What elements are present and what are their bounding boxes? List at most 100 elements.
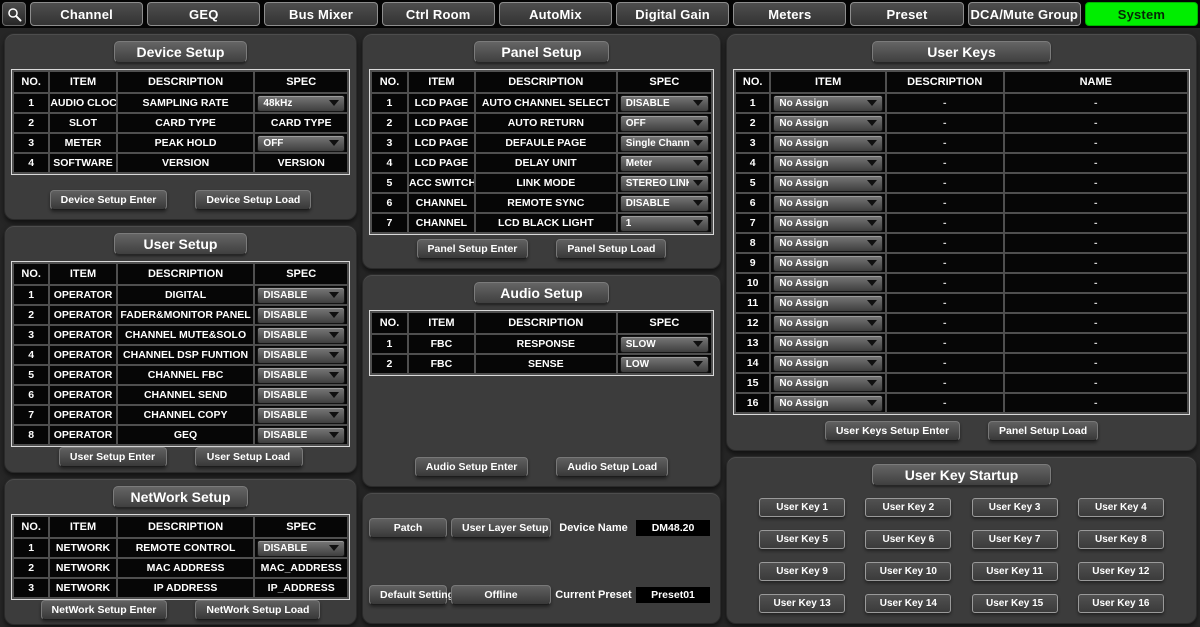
user-keys-dropdown[interactable]: No Assign [773, 95, 882, 112]
user-keys-dropdown[interactable]: No Assign [773, 315, 882, 332]
user-setup-dropdown[interactable]: DISABLE [257, 367, 345, 384]
user-key-2-button[interactable]: User Key 2 [865, 498, 951, 517]
chevron-down-icon [329, 100, 339, 106]
user-setup-enter-button[interactable]: User Setup Enter [59, 447, 167, 467]
user-setup-load-button[interactable]: User Setup Load [195, 447, 303, 467]
user-key-14-button[interactable]: User Key 14 [865, 594, 951, 613]
tab-preset[interactable]: Preset [850, 2, 963, 26]
device-setup-dropdown[interactable]: OFF [257, 135, 345, 152]
panel-setup-dropdown[interactable]: 1 [620, 215, 709, 232]
user-keys-dropdown[interactable]: No Assign [773, 115, 882, 132]
user-key-1-button[interactable]: User Key 1 [759, 498, 845, 517]
user-setup-dropdown[interactable]: DISABLE [257, 387, 345, 404]
user-setup-dropdown[interactable]: DISABLE [257, 427, 345, 444]
user-key-13-button[interactable]: User Key 13 [759, 594, 845, 613]
cell-no: 12 [736, 314, 769, 332]
panel-setup-enter-button[interactable]: Panel Setup Enter [417, 239, 529, 259]
dropdown-selected-value: No Assign [779, 238, 828, 249]
user-keys-dropdown[interactable]: No Assign [773, 215, 882, 232]
network-setup-dropdown[interactable]: DISABLE [257, 540, 345, 557]
user-key-15-button[interactable]: User Key 15 [972, 594, 1058, 613]
user-setup-dropdown[interactable]: DISABLE [257, 327, 345, 344]
audio-setup-dropdown[interactable]: SLOW [620, 336, 709, 353]
user-keys-dropdown[interactable]: No Assign [773, 355, 882, 372]
table-row: 4SOFTWAREVERSIONVERSION [14, 154, 347, 172]
user-key-3-button[interactable]: User Key 3 [972, 498, 1058, 517]
audio-setup-load-button[interactable]: Audio Setup Load [556, 457, 668, 477]
panel-setup-load-button[interactable]: Panel Setup Load [556, 239, 666, 259]
user-setup-dropdown[interactable]: DISABLE [257, 347, 345, 364]
chevron-down-icon [329, 140, 339, 146]
audio-setup-enter-button[interactable]: Audio Setup Enter [415, 457, 529, 477]
panel-setup-dropdown[interactable]: STEREO LINK [620, 175, 709, 192]
panel-setup-dropdown[interactable]: OFF [620, 115, 709, 132]
user-setup-dropdown[interactable]: DISABLE [257, 407, 345, 424]
user-layer-setup-button[interactable]: User Layer Setup [451, 518, 551, 538]
user-keys-dropdown[interactable]: No Assign [773, 135, 882, 152]
user-key-11-button[interactable]: User Key 11 [972, 562, 1058, 581]
tab-geq[interactable]: GEQ [147, 2, 260, 26]
user-key-6-button[interactable]: User Key 6 [865, 530, 951, 549]
network-setup-load-button[interactable]: NetWork Setup Load [195, 600, 320, 620]
dropdown-selected-value: No Assign [779, 378, 828, 389]
user-key-12-button[interactable]: User Key 12 [1078, 562, 1164, 581]
chevron-down-icon [867, 120, 877, 126]
user-keys-setup-enter-button[interactable]: User Keys Setup Enter [825, 421, 960, 441]
cell-description: CHANNEL MUTE&SOLO [118, 326, 254, 344]
panel-setup-dropdown[interactable]: Single Channel [620, 135, 709, 152]
panel-setup-load-button[interactable]: Panel Setup Load [988, 421, 1098, 441]
user-setup-dropdown[interactable]: DISABLE [257, 307, 345, 324]
tab-meters[interactable]: Meters [733, 2, 846, 26]
user-key-4-button[interactable]: User Key 4 [1078, 498, 1164, 517]
dropdown-selected-value: DISABLE [263, 370, 307, 381]
user-keys-dropdown[interactable]: No Assign [773, 175, 882, 192]
patch-button[interactable]: Patch [369, 518, 447, 538]
offline-button[interactable]: Offline [451, 585, 551, 605]
user-keys-dropdown[interactable]: No Assign [773, 235, 882, 252]
user-key-16-button[interactable]: User Key 16 [1078, 594, 1164, 613]
user-key-5-button[interactable]: User Key 5 [759, 530, 845, 549]
user-keys-dropdown[interactable]: No Assign [773, 255, 882, 272]
tab-dca-mute-group[interactable]: DCA/Mute Group [968, 2, 1081, 26]
audio-setup-dropdown[interactable]: LOW [620, 356, 709, 373]
tab-bus-mixer[interactable]: Bus Mixer [264, 2, 377, 26]
tab-system[interactable]: System [1085, 2, 1198, 26]
chevron-down-icon [867, 200, 877, 206]
cell-item: OPERATOR [50, 426, 115, 444]
user-key-8-button[interactable]: User Key 8 [1078, 530, 1164, 549]
dropdown-selected-value: DISABLE [626, 198, 670, 209]
default-setting-button[interactable]: Default Setting [369, 585, 447, 605]
tab-digital-gain[interactable]: Digital Gain [616, 2, 729, 26]
user-keys-dropdown[interactable]: No Assign [773, 275, 882, 292]
tab-channel[interactable]: Channel [30, 2, 143, 26]
user-key-10-button[interactable]: User Key 10 [865, 562, 951, 581]
panel-setup-dropdown[interactable]: Meter [620, 155, 709, 172]
cell-item: CHANNEL [409, 194, 474, 212]
user-keys-dropdown[interactable]: No Assign [773, 375, 882, 392]
network-setup-enter-button[interactable]: NetWork Setup Enter [41, 600, 168, 620]
column-header-no: NO. [14, 517, 48, 537]
audio-setup-title: Audio Setup [474, 282, 610, 304]
device-setup-enter-button[interactable]: Device Setup Enter [50, 190, 168, 210]
cell-item: LCD PAGE [409, 154, 474, 172]
user-key-7-button[interactable]: User Key 7 [972, 530, 1058, 549]
device-setup-load-button[interactable]: Device Setup Load [195, 190, 311, 210]
user-keys-dropdown[interactable]: No Assign [773, 295, 882, 312]
column-header-spec: SPEC [255, 517, 347, 537]
user-key-9-button[interactable]: User Key 9 [759, 562, 845, 581]
user-keys-dropdown[interactable]: No Assign [773, 395, 882, 412]
user-keys-dropdown[interactable]: No Assign [773, 335, 882, 352]
user-keys-dropdown[interactable]: No Assign [773, 155, 882, 172]
panel-setup-dropdown[interactable]: DISABLE [620, 195, 709, 212]
cell-no: 1 [14, 539, 48, 557]
user-keys-dropdown[interactable]: No Assign [773, 195, 882, 212]
search-button[interactable] [2, 2, 26, 26]
panel-setup-dropdown[interactable]: DISABLE [620, 95, 709, 112]
user-setup-dropdown[interactable]: DISABLE [257, 287, 345, 304]
device-setup-dropdown[interactable]: 48kHz [257, 95, 345, 112]
tab-ctrl-room[interactable]: Ctrl Room [382, 2, 495, 26]
tab-automix[interactable]: AutoMix [499, 2, 612, 26]
table-row: 5No Assign-- [736, 174, 1187, 192]
cell-description: REMOTE CONTROL [118, 539, 254, 557]
chevron-down-icon [867, 240, 877, 246]
